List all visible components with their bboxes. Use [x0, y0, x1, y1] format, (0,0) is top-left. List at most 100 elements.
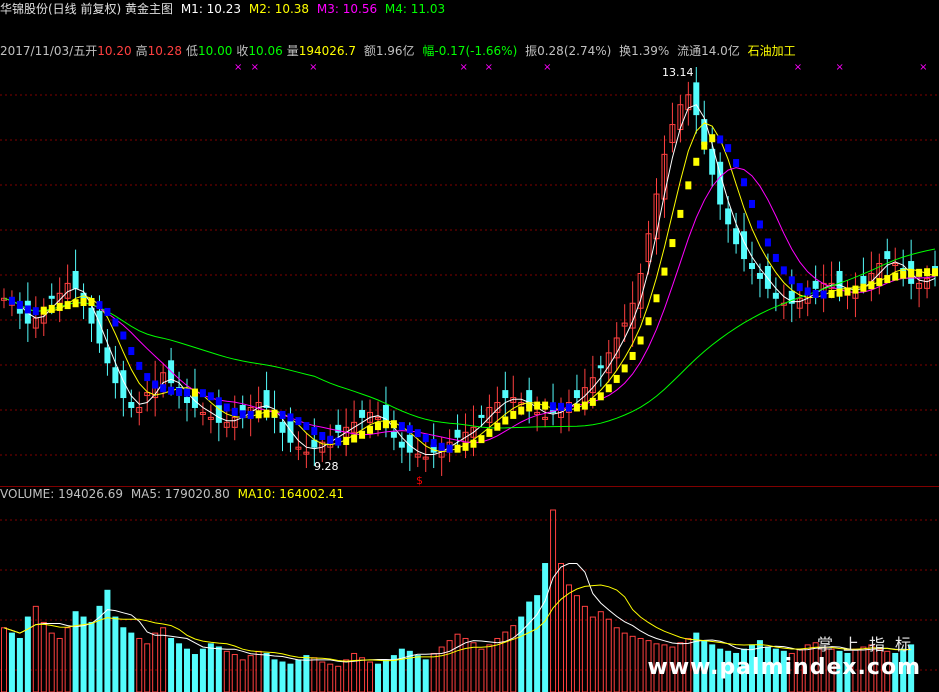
candle-body	[812, 280, 819, 289]
trend-block	[653, 294, 660, 303]
candle-body	[573, 390, 580, 399]
signal-cross-icon: ×	[919, 62, 927, 73]
trend-block	[725, 144, 732, 153]
volume-bar	[287, 663, 294, 692]
volume-bar	[494, 637, 501, 692]
trend-block	[414, 429, 421, 438]
m3-value: M3: 10.56	[316, 2, 378, 16]
volume-bar	[486, 644, 493, 692]
signal-cross-icon: ×	[460, 62, 468, 73]
trend-block	[534, 401, 541, 410]
candle-body	[748, 263, 755, 270]
trend-block	[279, 410, 286, 419]
volume-bar	[589, 616, 596, 692]
volume-bar	[279, 661, 286, 692]
volume-bar	[40, 621, 47, 692]
volume-bar	[510, 625, 517, 692]
trend-block	[32, 307, 39, 316]
volume-bar	[16, 637, 23, 692]
trend-block	[852, 285, 859, 294]
trend-block	[597, 392, 604, 401]
trend-block	[908, 269, 915, 278]
trend-block	[136, 361, 143, 370]
trend-block	[48, 304, 55, 313]
candle-body	[478, 414, 485, 418]
trend-block	[892, 272, 899, 281]
ma5-readout: MA5: 179020.80	[130, 487, 230, 501]
m1-line	[3, 104, 936, 455]
volume-bar	[152, 632, 159, 692]
trend-block	[709, 134, 716, 143]
watermark-url: www.palmindex.com	[647, 655, 921, 680]
volume-bar	[271, 659, 278, 692]
trend-block	[438, 442, 445, 451]
m2-line	[3, 122, 936, 453]
trend-block	[470, 439, 477, 448]
trend-block	[88, 298, 95, 307]
volume-value: 194026.7	[298, 44, 356, 58]
volume-bar	[104, 589, 111, 692]
signal-cross-icon: ×	[309, 62, 317, 73]
low-label: 低	[185, 44, 198, 58]
volume-bar	[160, 627, 167, 692]
trend-block	[422, 434, 429, 443]
volume-bar	[351, 652, 358, 692]
volume-bar	[168, 637, 175, 692]
candle-body	[104, 347, 111, 364]
high-price-marker: 13.14	[662, 66, 694, 79]
volume-bar	[621, 632, 628, 692]
trend-block	[812, 289, 819, 298]
candle-body	[390, 431, 397, 438]
trend-block	[311, 427, 318, 436]
trend-block	[876, 278, 883, 287]
trend-block	[454, 444, 461, 453]
trend-block	[64, 301, 71, 310]
candle-body	[112, 367, 119, 384]
volume-header: VOLUME: 194026.69 MA5: 179020.80 MA10: 1…	[0, 487, 348, 501]
watermark-cn: 掌上指标	[816, 635, 921, 654]
volume-bar	[215, 646, 222, 692]
trend-block	[836, 288, 843, 297]
volume-bar	[478, 648, 485, 692]
trend-block	[661, 267, 668, 276]
price-chart[interactable]: ×××××××××××××××13.149.28$	[0, 60, 939, 487]
trend-block	[56, 302, 63, 311]
trend-block	[844, 287, 851, 296]
candle-body	[128, 402, 135, 408]
candle-body	[502, 390, 509, 399]
amplitude-value: 振0.28(2.74%)	[525, 44, 612, 58]
close-label: 收	[236, 44, 249, 58]
trend-block	[215, 397, 222, 406]
volume-bar	[343, 659, 350, 692]
trend-block	[494, 422, 501, 431]
volume-bar	[8, 632, 15, 692]
candle-body	[597, 365, 604, 369]
candle-body	[709, 148, 716, 175]
trend-block	[629, 351, 636, 360]
volume-bar	[311, 657, 318, 692]
stock-title[interactable]: 华锦股份(日线 前复权) 黄金主图	[0, 2, 173, 16]
candle-body	[454, 429, 461, 438]
trend-block	[231, 407, 238, 416]
trend-block	[605, 384, 612, 393]
sector-label[interactable]: 石油加工	[748, 44, 796, 58]
volume-bar	[32, 605, 39, 692]
trend-block	[120, 331, 127, 340]
trend-block	[924, 268, 931, 277]
trend-block	[144, 373, 151, 382]
trend-block	[303, 422, 310, 431]
trend-block	[764, 238, 771, 247]
candle-body	[884, 251, 891, 260]
trend-block	[176, 387, 183, 396]
volume-bar	[64, 627, 71, 692]
volume-bar	[48, 632, 55, 692]
volume-bar	[72, 611, 79, 692]
open-label: 开	[85, 44, 98, 58]
trend-block	[168, 386, 175, 395]
volume-bar	[414, 655, 421, 692]
trend-block	[271, 409, 278, 418]
volume-bar	[80, 616, 87, 692]
trend-block	[756, 220, 763, 229]
signal-cross-icon: ×	[485, 62, 493, 73]
candle-body	[48, 295, 55, 299]
